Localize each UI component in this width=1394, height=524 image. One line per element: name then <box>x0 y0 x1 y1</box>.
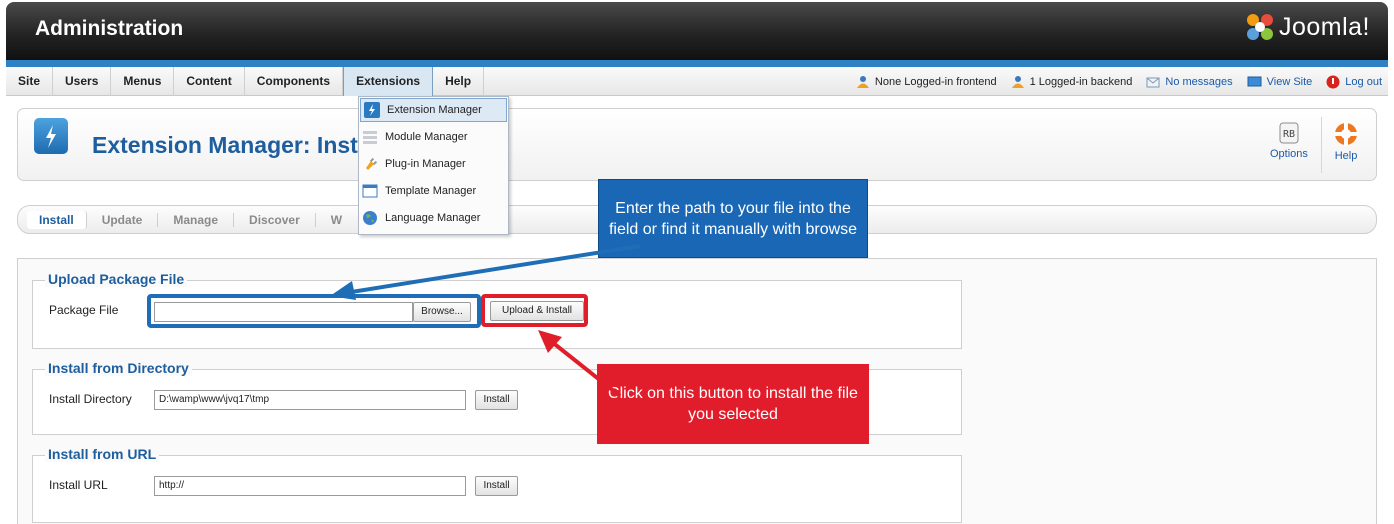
toolbar-divider <box>1321 117 1322 173</box>
package-file-label: Package File <box>49 303 119 317</box>
logout-link[interactable]: Log out <box>1345 76 1382 88</box>
menu-components[interactable]: Components <box>245 67 344 96</box>
tab-discover[interactable]: Discover <box>234 212 316 227</box>
monitor-icon <box>1247 76 1262 86</box>
file-field-highlight <box>147 294 481 328</box>
page-title: Extension Manager: Insta <box>92 132 371 158</box>
menu-menus[interactable]: Menus <box>111 67 175 96</box>
backend-status-text: 1 Logged-in backend <box>1029 75 1133 88</box>
install-directory-legend: Install from Directory <box>45 360 192 376</box>
install-url-input[interactable]: http:// <box>154 476 466 496</box>
extensions-dropdown: Extension Manager Module Manager Plug-in… <box>358 96 509 235</box>
dropdown-item-label: Extension Manager <box>387 104 482 116</box>
dropdown-module-manager[interactable]: Module Manager <box>359 123 508 150</box>
admin-header: Administration Joomla! <box>6 2 1388 60</box>
upload-button-highlight <box>481 294 588 327</box>
view-site-link[interactable]: View Site <box>1267 76 1313 88</box>
options-button[interactable]: RB Options <box>1270 121 1308 160</box>
joomla-logo-text: Joomla! <box>1278 12 1370 41</box>
frontend-users-status: None Logged-in frontend <box>856 75 997 88</box>
toolbar-box: Extension Manager: Insta RB Options Help <box>17 108 1377 181</box>
install-directory-button[interactable]: Install <box>475 390 518 410</box>
tab-install[interactable]: Install <box>27 210 87 229</box>
extension-manager-icon <box>364 102 380 118</box>
tab-manage[interactable]: Manage <box>158 212 235 227</box>
tab-warnings[interactable]: W <box>316 213 357 227</box>
users-icon <box>1011 76 1024 88</box>
upload-package-legend: Upload Package File <box>45 271 188 287</box>
module-manager-icon <box>362 129 378 145</box>
template-icon <box>362 183 378 199</box>
browse-instruction-callout: Enter the path to your file into the fie… <box>598 179 868 258</box>
view-site-status[interactable]: View Site <box>1247 76 1313 88</box>
install-url-label: Install URL <box>49 478 108 492</box>
frontend-status-text: None Logged-in frontend <box>874 75 997 88</box>
users-icon <box>856 76 869 88</box>
plug-icon <box>362 156 378 172</box>
menu-users[interactable]: Users <box>53 67 112 96</box>
globe-icon <box>362 210 378 226</box>
tab-update[interactable]: Update <box>87 212 159 227</box>
menu-site[interactable]: Site <box>6 67 54 96</box>
dropdown-extension-manager[interactable]: Extension Manager <box>360 98 507 122</box>
status-bar: None Logged-in frontend 1 Logged-in back… <box>856 67 1382 96</box>
install-directory-input[interactable]: D:\wamp\www\jvq17\tmp <box>154 390 466 410</box>
menu-extensions[interactable]: Extensions <box>343 67 434 96</box>
options-icon: RB <box>1279 122 1299 144</box>
backend-users-status: 1 Logged-in backend <box>1011 75 1133 88</box>
dropdown-language-manager[interactable]: Language Manager <box>359 204 508 231</box>
extension-manager-icon <box>34 118 68 154</box>
header-accent-strip <box>6 60 1388 67</box>
joomla-logo-icon <box>1246 14 1273 40</box>
lifebuoy-icon <box>1334 122 1358 146</box>
dropdown-template-manager[interactable]: Template Manager <box>359 177 508 204</box>
dropdown-item-label: Plug-in Manager <box>385 157 466 170</box>
top-navigation: Site Users Menus Content Components Exte… <box>6 67 1388 96</box>
options-label: Options <box>1270 148 1308 160</box>
logout-icon <box>1326 75 1340 88</box>
install-instruction-callout: Click on this button to install the file… <box>597 364 869 444</box>
dropdown-plugin-manager[interactable]: Plug-in Manager <box>359 150 508 177</box>
mail-icon <box>1146 77 1160 87</box>
help-button[interactable]: Help <box>1333 121 1359 162</box>
svg-text:RB: RB <box>1283 129 1295 140</box>
logout-status[interactable]: Log out <box>1326 75 1382 89</box>
joomla-logo[interactable]: Joomla! <box>1245 12 1370 42</box>
menu-help[interactable]: Help <box>433 67 485 96</box>
header-title: Administration <box>35 17 184 40</box>
install-directory-label: Install Directory <box>49 392 132 406</box>
install-url-legend: Install from URL <box>45 446 160 462</box>
install-url-fieldset: Install from URL Install URL http:// Ins… <box>32 446 962 523</box>
help-label: Help <box>1334 150 1358 162</box>
dropdown-item-label: Language Manager <box>385 211 481 224</box>
messages-status[interactable]: No messages <box>1146 76 1233 88</box>
menu-content[interactable]: Content <box>174 67 245 96</box>
messages-link[interactable]: No messages <box>1165 76 1232 88</box>
dropdown-item-label: Module Manager <box>385 130 468 143</box>
dropdown-item-label: Template Manager <box>385 184 477 197</box>
install-url-button[interactable]: Install <box>475 476 518 496</box>
